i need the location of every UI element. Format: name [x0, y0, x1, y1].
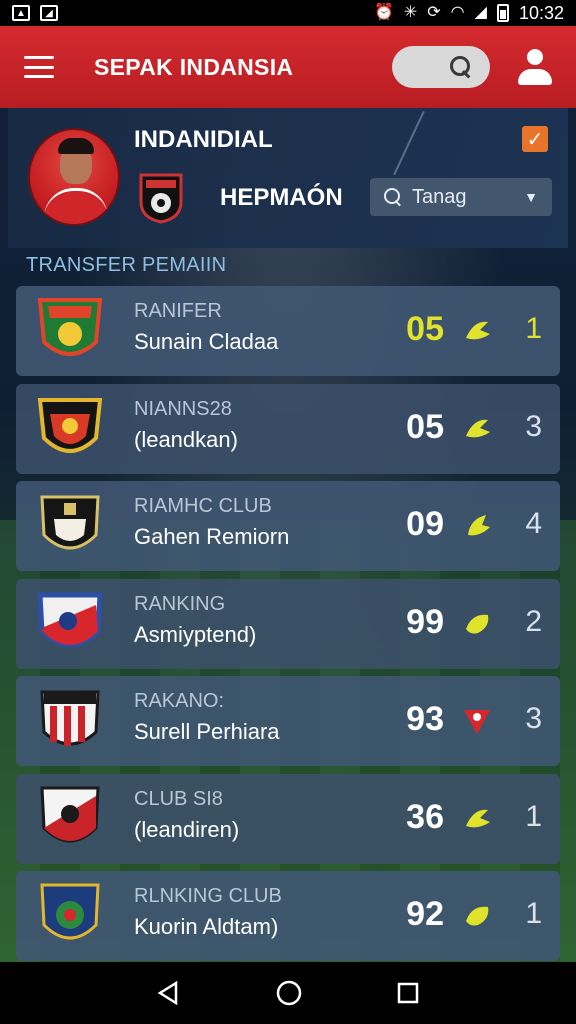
row-count: 3 — [525, 702, 542, 735]
list-item[interactable]: NIANNS28 (leandkan) 05 3 — [16, 383, 560, 474]
kick-icon[interactable] — [460, 897, 494, 933]
club-dropdown[interactable]: Tanag ▼ — [370, 178, 552, 216]
club-crest-icon — [40, 883, 100, 940]
row-name: Sunain Cladaa — [134, 329, 279, 354]
kick-icon[interactable] — [460, 312, 494, 348]
search-icon — [384, 188, 402, 206]
player-avatar[interactable] — [28, 128, 120, 226]
app-bar: SEPAK INDANSIA — [0, 26, 576, 108]
list-item[interactable]: RANKING Asmiyptend) 99 2 — [16, 578, 560, 669]
badge-icon[interactable] — [460, 702, 494, 738]
row-score: 09 — [406, 505, 444, 543]
row-score: 05 — [406, 407, 444, 446]
status-time: 10:32 — [518, 2, 564, 23]
row-label: CLUB SI8 — [134, 787, 223, 810]
row-count: 4 — [525, 507, 542, 540]
row-score: 36 — [406, 797, 444, 836]
list-item[interactable]: RANIFER Sunain Cladaa 05 1 — [16, 286, 560, 376]
club-crest-icon — [40, 786, 100, 842]
status-bar: ▲ ◢ ⏰ ✳ ⟳ ◠ ◢ 10:32 — [0, 0, 576, 26]
alarm-icon: ⏰ — [373, 4, 394, 21]
list-item[interactable]: RLNKING CLUB Kuorin Aldtam) 92 1 — [16, 871, 560, 961]
player-name: INDANIDIAL — [134, 126, 273, 153]
profile-icon[interactable] — [518, 49, 552, 85]
signal-icon: ◢ — [474, 4, 487, 21]
row-label: NIANNS28 — [134, 397, 232, 420]
system-nav-bar — [0, 962, 576, 1024]
recent-apps-icon[interactable] — [396, 981, 420, 1005]
kick-icon[interactable] — [460, 410, 494, 446]
row-label: RAKANO: — [134, 690, 225, 712]
row-label: RIAMHC CLUB — [134, 495, 272, 517]
list-item[interactable]: RIAMHC CLUB Gahen Remiorn 09 4 — [16, 481, 560, 571]
row-name: Kuorin Aldtam) — [134, 914, 279, 939]
club-name: HEPMAÓN — [220, 184, 343, 211]
row-score: 05 — [406, 310, 444, 348]
row-name: Surell Perhiara — [134, 719, 280, 744]
row-count: 1 — [525, 799, 542, 833]
row-count: 3 — [525, 409, 542, 443]
row-score: 92 — [406, 895, 444, 933]
row-score: 99 — [406, 602, 444, 641]
row-name: (leandkan) — [134, 426, 238, 452]
row-count: 1 — [525, 897, 542, 930]
transfer-list: RANIFER Sunain Cladaa 05 1 NIANNS28 (leand… — [16, 286, 560, 969]
club-crest-icon — [37, 298, 103, 356]
home-icon[interactable] — [275, 979, 303, 1007]
back-icon[interactable] — [156, 980, 182, 1006]
dropdown-value: Tanag — [412, 185, 467, 208]
row-label: RANKING — [134, 592, 226, 615]
row-count: 1 — [525, 312, 542, 345]
chevron-down-icon: ▼ — [524, 189, 538, 205]
notification-icon: ◢ — [40, 5, 58, 21]
club-crest-icon — [37, 592, 103, 647]
list-item[interactable]: RAKANO: Surell Perhiara 93 3 — [16, 676, 560, 766]
sync-icon: ⟳ — [427, 4, 441, 21]
checkbox-icon[interactable]: ✓ — [522, 126, 548, 152]
list-item[interactable]: CLUB SI8 (leandiren) 36 1 — [16, 773, 560, 864]
row-label: RLNKING CLUB — [134, 885, 282, 907]
row-label: RANIFER — [134, 300, 222, 322]
kick-icon[interactable] — [460, 605, 494, 641]
club-crest-icon — [37, 397, 103, 453]
battery-icon — [496, 4, 509, 22]
section-title: TRANSFER PEMAIIN — [26, 254, 227, 276]
app-title: SEPAK INDANSIA — [94, 53, 294, 80]
kick-icon[interactable] — [460, 507, 494, 543]
club-crest-icon — [40, 495, 100, 550]
row-name: Asmiyptend) — [134, 621, 257, 647]
notification-icon: ▲ — [12, 5, 30, 21]
row-name: (leandiren) — [134, 816, 240, 842]
menu-icon[interactable] — [24, 56, 54, 78]
kick-icon[interactable] — [460, 800, 494, 836]
row-score: 93 — [406, 700, 444, 738]
search-icon — [450, 56, 472, 78]
wifi-icon: ◠ — [450, 4, 465, 21]
club-crest-icon — [40, 690, 100, 746]
club-crest-icon — [139, 173, 183, 224]
row-count: 2 — [525, 604, 542, 638]
search-button[interactable] — [392, 46, 490, 88]
row-name: Gahen Remiorn — [134, 524, 290, 549]
player-header-card: INDANIDIAL ✓ HEPMAÓN Tanag ▼ — [8, 108, 568, 248]
vibrate-icon: ✳ — [403, 4, 418, 21]
